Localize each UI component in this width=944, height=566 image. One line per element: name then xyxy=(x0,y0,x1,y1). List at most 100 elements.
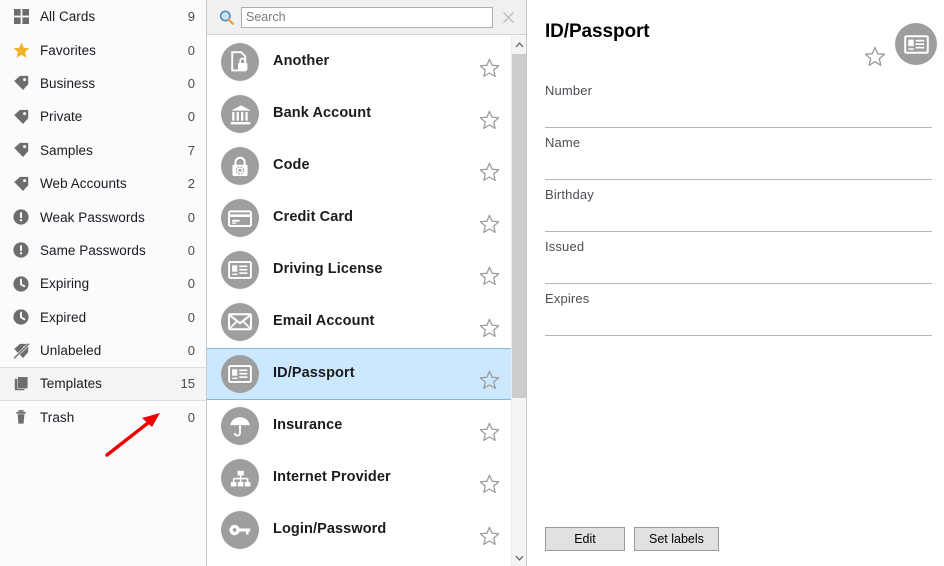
list-item[interactable]: Email Account xyxy=(207,296,512,348)
umbrella-icon xyxy=(221,407,259,445)
sidebar-item-count: 0 xyxy=(187,409,195,425)
envelope-icon xyxy=(221,303,259,341)
list-item-label: Login/Password xyxy=(273,521,387,537)
sidebar-item-private[interactable]: Private 0 xyxy=(0,100,206,133)
close-icon[interactable] xyxy=(497,6,519,28)
sidebar-item-count: 0 xyxy=(187,209,195,225)
field-label: Birthday xyxy=(545,187,594,202)
sidebar-item-label: Web Accounts xyxy=(40,176,127,192)
scroll-up-icon[interactable] xyxy=(512,36,526,53)
template-list[interactable]: Another Bank Account Code Credit Card Drivin… xyxy=(207,36,512,566)
star-icon xyxy=(10,39,32,61)
star-outline-icon[interactable] xyxy=(476,471,502,497)
grid-icon xyxy=(10,6,32,28)
sidebar-item-business[interactable]: Business 0 xyxy=(0,67,206,100)
list-item-label: Credit Card xyxy=(273,209,354,225)
templates-icon xyxy=(10,373,32,395)
star-outline-icon[interactable] xyxy=(476,315,502,341)
sidebar-item-samples[interactable]: Samples 7 xyxy=(0,134,206,167)
list-item[interactable]: Code xyxy=(207,140,512,192)
sidebar-item-label: Trash xyxy=(40,409,75,425)
detail-panel: ID/Passport Number Name Birthday Issued Expi… xyxy=(527,0,944,566)
list-item-label: Insurance xyxy=(273,417,343,433)
sidebar-item-label: All Cards xyxy=(40,9,96,25)
list-item-label: Another xyxy=(273,53,330,69)
sidebar-item-count: 0 xyxy=(187,242,195,258)
list-item[interactable]: ID/Passport xyxy=(207,348,512,400)
star-outline-icon[interactable] xyxy=(476,211,502,237)
key-icon xyxy=(221,511,259,549)
field-label: Name xyxy=(545,135,581,150)
search-input[interactable] xyxy=(241,6,493,28)
sidebar-item-label: Templates xyxy=(40,376,102,392)
list-item[interactable]: Another xyxy=(207,36,512,88)
tag-icon xyxy=(10,139,32,161)
field-label: Expires xyxy=(545,291,590,306)
sidebar-item-label: Private xyxy=(40,109,83,125)
sidebar-item-same-passwords[interactable]: Same Passwords 0 xyxy=(0,234,206,267)
sidebar: All Cards 9 Favorites 0 Business 0 Private 0 Sam… xyxy=(0,0,207,566)
sidebar-item-templates[interactable]: Templates 15 xyxy=(0,367,206,401)
scroll-down-icon[interactable] xyxy=(512,549,526,566)
sidebar-item-all-cards[interactable]: All Cards 9 xyxy=(0,0,206,33)
field-label: Number xyxy=(545,83,593,98)
field-row: Expires xyxy=(545,284,932,336)
star-outline-icon[interactable] xyxy=(476,523,502,549)
trash-icon xyxy=(10,406,32,428)
list-scrollbar[interactable] xyxy=(511,36,526,566)
search-icon[interactable] xyxy=(214,5,238,29)
sidebar-item-count: 0 xyxy=(187,42,195,58)
padlock-icon xyxy=(221,147,259,185)
set-labels-button[interactable]: Set labels xyxy=(634,527,719,551)
sidebar-item-count: 9 xyxy=(187,9,195,25)
sidebar-item-label: Expiring xyxy=(40,276,90,292)
bank-icon xyxy=(221,95,259,133)
star-outline-icon[interactable] xyxy=(476,55,502,81)
sidebar-item-count: 0 xyxy=(187,75,195,91)
star-outline-icon[interactable] xyxy=(476,367,502,393)
clock-icon xyxy=(10,306,32,328)
list-item-label: Driving License xyxy=(273,261,383,277)
detail-action-buttons: Edit Set labels xyxy=(545,527,719,551)
list-item[interactable]: Insurance xyxy=(207,400,512,452)
sidebar-item-label: Unlabeled xyxy=(40,343,102,359)
sidebar-item-favorites[interactable]: Favorites 0 xyxy=(0,33,206,66)
list-item[interactable]: Internet Provider xyxy=(207,452,512,504)
sidebar-item-web-accounts[interactable]: Web Accounts 2 xyxy=(0,167,206,200)
field-row: Issued xyxy=(545,232,932,284)
document-lock-icon xyxy=(221,43,259,81)
star-outline-icon[interactable] xyxy=(476,107,502,133)
field-row: Number xyxy=(545,76,932,128)
list-item-label: Internet Provider xyxy=(273,469,391,485)
template-list-panel: Another Bank Account Code Credit Card Drivin… xyxy=(207,0,527,566)
id-card-icon xyxy=(221,355,259,393)
star-outline-icon[interactable] xyxy=(863,44,887,68)
star-outline-icon[interactable] xyxy=(476,263,502,289)
field-row: Name xyxy=(545,128,932,180)
sidebar-item-trash[interactable]: Trash 0 xyxy=(0,401,206,434)
sidebar-item-expired[interactable]: Expired 0 xyxy=(0,301,206,334)
list-item[interactable]: Login/Password xyxy=(207,504,512,556)
list-item[interactable]: Driving License xyxy=(207,244,512,296)
id-card-icon xyxy=(221,251,259,289)
star-outline-icon[interactable] xyxy=(476,159,502,185)
field-row: Birthday xyxy=(545,180,932,232)
scrollbar-thumb[interactable] xyxy=(512,54,526,398)
list-item[interactable]: Credit Card xyxy=(207,192,512,244)
list-item-label: Email Account xyxy=(273,313,375,329)
sidebar-item-unlabeled[interactable]: Unlabeled 0 xyxy=(0,334,206,367)
list-item-label: Bank Account xyxy=(273,105,372,121)
tag-icon xyxy=(10,106,32,128)
app-window: All Cards 9 Favorites 0 Business 0 Private 0 Sam… xyxy=(0,0,944,566)
edit-button[interactable]: Edit xyxy=(545,527,625,551)
sidebar-item-expiring[interactable]: Expiring 0 xyxy=(0,267,206,300)
tag-off-icon xyxy=(10,340,32,362)
sidebar-item-weak-passwords[interactable]: Weak Passwords 0 xyxy=(0,200,206,233)
star-outline-icon[interactable] xyxy=(476,419,502,445)
sidebar-item-count: 0 xyxy=(187,309,195,325)
list-item[interactable]: Bank Account xyxy=(207,88,512,140)
tag-icon xyxy=(10,72,32,94)
field-list: Number Name Birthday Issued Expires xyxy=(545,76,932,336)
alert-icon xyxy=(10,239,32,261)
clock-icon xyxy=(10,273,32,295)
